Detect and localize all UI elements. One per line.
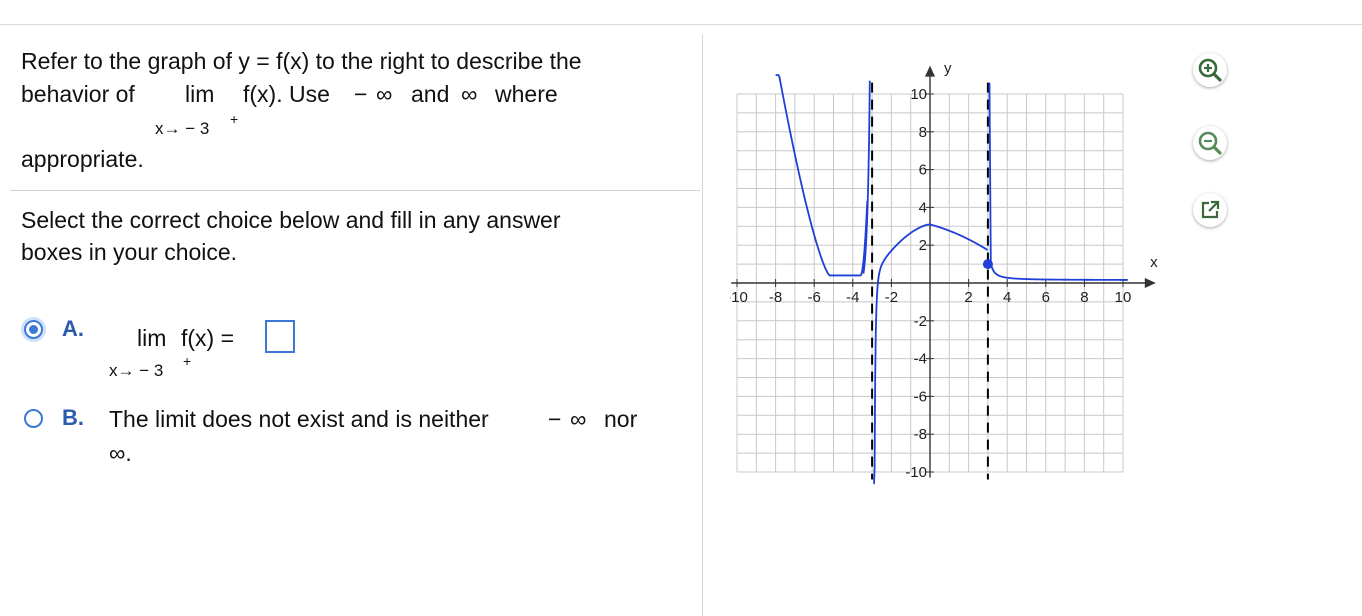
zoom-in-button[interactable] bbox=[1193, 53, 1227, 87]
instruction-line-2: boxes in your choice. bbox=[21, 239, 238, 265]
x-tick-label: -2 bbox=[885, 289, 898, 306]
top-divider bbox=[0, 24, 1362, 25]
question-limit-subscript: x→ − 3 bbox=[155, 119, 210, 138]
x-tick-label: 10 bbox=[1115, 289, 1132, 306]
y-tick-label: 8 bbox=[919, 124, 927, 141]
pane-divider bbox=[702, 34, 703, 616]
choice-b-minus: − bbox=[548, 406, 562, 432]
x-tick-label: 4 bbox=[1003, 289, 1011, 306]
choice-a-limit-superscript: + bbox=[183, 353, 192, 369]
question-infinity: ∞ bbox=[461, 81, 478, 107]
y-tick-label: -8 bbox=[914, 426, 927, 443]
x-axis-arrow bbox=[1144, 278, 1156, 288]
y-tick-label: 6 bbox=[919, 162, 927, 179]
y-tick-label: 10 bbox=[910, 86, 927, 103]
popout-icon bbox=[1201, 200, 1220, 219]
y-axis-label: y bbox=[944, 60, 952, 77]
choice-b-text-1: The limit does not exist and is neither bbox=[109, 406, 489, 432]
curve-right-branch bbox=[988, 82, 1128, 281]
question-line-2-prefix: behavior of bbox=[21, 81, 135, 107]
choice-a-limit-subscript: x→ − 3 bbox=[109, 361, 164, 380]
x-tick-label: -8 bbox=[769, 289, 782, 306]
x-tick-label: 2 bbox=[964, 289, 972, 306]
x-tick-label: 8 bbox=[1080, 289, 1088, 306]
function-graph: -10 -8 -6 -4 -2 2 4 6 8 10 10 8 6 4 2 -2 -4 -6 -8 -10 x y bbox=[730, 60, 1158, 485]
x-tick-label: -4 bbox=[846, 289, 859, 306]
choice-b-neg-infinity: ∞ bbox=[570, 406, 587, 432]
y-axis-arrow bbox=[925, 65, 935, 77]
choice-b-letter: B. bbox=[62, 405, 84, 430]
zoom-in-icon bbox=[1198, 58, 1222, 82]
y-tick-label: 4 bbox=[919, 199, 927, 216]
y-tick-label: -4 bbox=[914, 351, 927, 368]
question-and: and bbox=[411, 81, 450, 107]
question-fx-use: f(x). Use bbox=[243, 81, 330, 107]
question-neg-infinity: ∞ bbox=[376, 81, 393, 107]
instruction-line-1: Select the correct choice below and fill… bbox=[21, 207, 561, 233]
x-tick-label: -10 bbox=[730, 289, 748, 306]
y-tick-label: -2 bbox=[914, 313, 927, 330]
y-tick-label: 2 bbox=[919, 237, 927, 254]
popout-button[interactable] bbox=[1193, 193, 1227, 227]
choice-b-text-2: ∞. bbox=[109, 440, 132, 466]
x-axis-label: x bbox=[1150, 254, 1158, 271]
choice-a-answer-box[interactable] bbox=[265, 320, 295, 353]
choice-a-radio[interactable] bbox=[24, 320, 43, 339]
question-limit-superscript: + bbox=[230, 111, 239, 127]
question-line-1: Refer to the graph of y = f(x) to the ri… bbox=[21, 48, 582, 74]
choice-b-nor: nor bbox=[604, 406, 638, 432]
x-tick-label: -6 bbox=[808, 289, 821, 306]
choice-a-lim: lim bbox=[137, 325, 167, 351]
y-tick-label: -10 bbox=[905, 464, 927, 481]
choice-a-letter: A. bbox=[62, 316, 84, 341]
choice-a-expression: f(x) = bbox=[181, 325, 235, 351]
y-tick-label: -6 bbox=[914, 388, 927, 405]
question-where: where bbox=[495, 81, 558, 107]
zoom-out-icon bbox=[1198, 131, 1222, 155]
question-lim: lim bbox=[185, 81, 215, 107]
question-minus: − bbox=[354, 81, 368, 107]
choice-b-radio[interactable] bbox=[24, 409, 43, 428]
zoom-out-button[interactable] bbox=[1193, 126, 1227, 160]
question-line-3: appropriate. bbox=[21, 146, 144, 172]
question-divider bbox=[10, 190, 700, 191]
x-tick-label: 6 bbox=[1042, 289, 1050, 306]
